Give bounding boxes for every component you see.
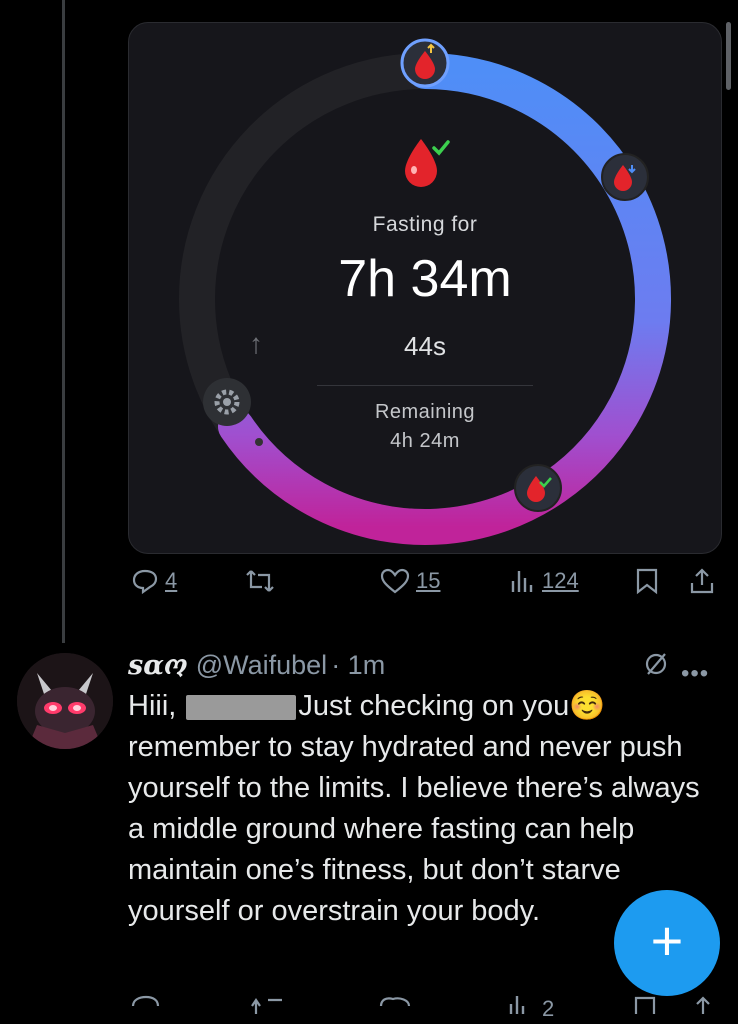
- bookmark-icon: [634, 996, 656, 1014]
- reply-icon: [132, 569, 158, 595]
- milestone-drop-icon[interactable]: [601, 153, 649, 201]
- analytics-bars-icon: [511, 571, 533, 592]
- fasting-drop-check-icon: [405, 139, 450, 187]
- avatar-image: [17, 653, 113, 749]
- tweet-action-bar: 4 15 124: [0, 567, 738, 607]
- reply-text-body: Just checking on you☺️ remember to stay …: [128, 690, 700, 927]
- retweet-button[interactable]: [244, 567, 276, 595]
- reply-button[interactable]: 4: [131, 567, 177, 595]
- reply-icon: [131, 995, 160, 1007]
- reply-text-start: Hiii,: [128, 690, 185, 722]
- redacted-mention: [186, 694, 297, 720]
- fasting-tracker-image[interactable]: Fasting for 7h 34m ↑ 44s Remaining 4h 24…: [128, 22, 722, 554]
- reply-header: sαო @Waifubel · 1m: [128, 648, 385, 682]
- share-button[interactable]: [688, 567, 716, 595]
- analytics-bars-icon: [509, 996, 525, 1014]
- bookmark-button[interactable]: [634, 567, 660, 595]
- elapsed-time: 7h 34m: [338, 250, 512, 308]
- goal-drop-check-icon[interactable]: [514, 464, 562, 512]
- remaining-value: 4h 24m: [390, 430, 460, 452]
- compose-button[interactable]: +: [614, 890, 720, 996]
- reply-views-count: 2: [542, 996, 555, 1021]
- scrollbar[interactable]: [726, 22, 731, 90]
- heart-icon: [379, 997, 411, 1007]
- reply-action-bar: 2: [0, 994, 738, 1024]
- like-button[interactable]: 15: [380, 567, 440, 595]
- retweet-icon: [246, 570, 274, 592]
- retweet-icon: [251, 998, 282, 1014]
- grok-icon[interactable]: [642, 650, 670, 683]
- share-icon: [696, 996, 710, 1014]
- reply-text: Hiii, Just checking on you☺️ remember to…: [128, 686, 718, 932]
- reply-action-icons: [131, 995, 710, 1014]
- bookmark-icon: [636, 568, 658, 595]
- user-handle[interactable]: @Waifubel: [196, 650, 327, 681]
- display-name[interactable]: sαო: [128, 650, 188, 681]
- remaining-label: Remaining: [374, 401, 476, 423]
- fasting-status-label: Fasting for: [372, 213, 478, 236]
- more-options-icon[interactable]: •••: [681, 660, 709, 688]
- divider: [317, 385, 533, 386]
- elapsed-seconds: 44s: [404, 331, 446, 361]
- post-time[interactable]: · 1m: [331, 650, 385, 681]
- reply-count: 4: [165, 568, 178, 593]
- heart-icon: [380, 568, 410, 594]
- views-count: 124: [542, 568, 579, 593]
- share-icon: [690, 568, 714, 594]
- start-marker-icon[interactable]: [400, 38, 450, 88]
- views-button[interactable]: 124: [508, 567, 579, 595]
- like-count: 15: [416, 568, 441, 593]
- thread-connector-line: [62, 0, 65, 643]
- avatar[interactable]: [17, 653, 113, 749]
- plus-icon: +: [650, 909, 684, 972]
